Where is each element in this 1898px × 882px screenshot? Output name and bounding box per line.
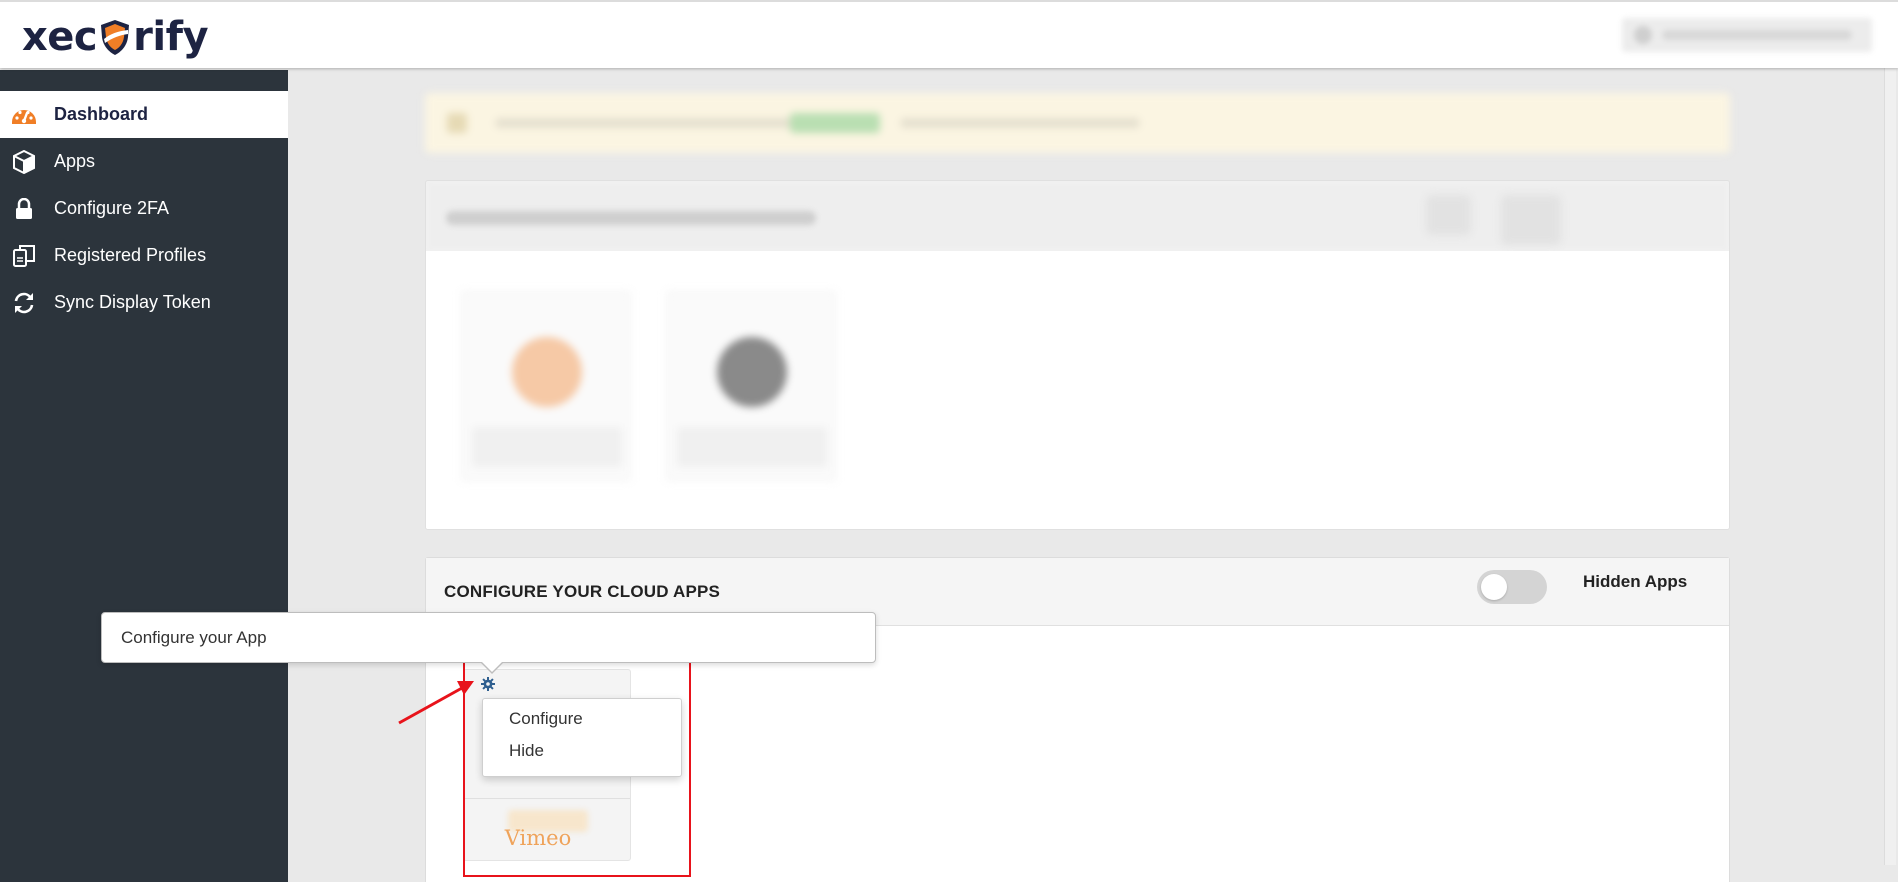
dropdown-item-hide[interactable]: Hide bbox=[483, 740, 681, 772]
hidden-apps-toggle[interactable] bbox=[1477, 570, 1547, 604]
brand-logo[interactable]: xec rify bbox=[22, 14, 209, 60]
sidebar-item-sync-display-token[interactable]: Sync Display Token bbox=[0, 279, 288, 326]
shield-logo-icon bbox=[98, 17, 132, 57]
brand-prefix: xec bbox=[22, 14, 98, 60]
dashboard-panel-blurred bbox=[425, 180, 1730, 530]
dashboard-gauge-icon bbox=[11, 102, 37, 128]
cube-icon bbox=[11, 149, 37, 175]
top-header: xec rify bbox=[0, 0, 1898, 68]
cloud-apps-title: CONFIGURE YOUR CLOUD APPS bbox=[444, 582, 721, 601]
configure-app-tooltip: Configure your App bbox=[101, 612, 876, 674]
sidebar-item-label: Registered Profiles bbox=[54, 245, 207, 265]
sync-icon bbox=[11, 290, 37, 316]
brand-suffix: rify bbox=[133, 14, 209, 60]
tooltip-arrow bbox=[482, 662, 502, 672]
user-menu-blurred[interactable] bbox=[1622, 18, 1872, 52]
sidebar-item-label: Configure 2FA bbox=[54, 198, 170, 218]
app-options-dropdown: Configure Hide bbox=[482, 698, 682, 777]
lock-icon bbox=[11, 196, 37, 222]
profiles-icon bbox=[11, 243, 37, 269]
dropdown-item-configure[interactable]: Configure bbox=[483, 708, 681, 740]
notice-banner-blurred bbox=[425, 93, 1730, 153]
hidden-apps-label: Hidden Apps bbox=[1583, 572, 1688, 591]
sidebar-item-dashboard[interactable]: Dashboard bbox=[0, 91, 288, 138]
sidebar-item-label: Dashboard bbox=[54, 104, 149, 124]
blurred-app-card bbox=[461, 291, 631, 481]
sidebar: Dashboard Apps Configure 2FA Registered … bbox=[0, 70, 288, 882]
sidebar-item-apps[interactable]: Apps bbox=[0, 138, 288, 185]
toggle-knob bbox=[1481, 574, 1507, 600]
tooltip-text: Configure your App bbox=[121, 628, 267, 647]
sidebar-item-label: Sync Display Token bbox=[54, 292, 211, 312]
blurred-app-card bbox=[666, 291, 836, 481]
sidebar-item-registered-profiles[interactable]: Registered Profiles bbox=[0, 232, 288, 279]
sidebar-item-configure-2fa[interactable]: Configure 2FA bbox=[0, 185, 288, 232]
page-scrollbar[interactable] bbox=[1884, 20, 1896, 865]
sidebar-item-label: Apps bbox=[54, 151, 96, 171]
annotation-arrow-icon bbox=[398, 681, 474, 725]
